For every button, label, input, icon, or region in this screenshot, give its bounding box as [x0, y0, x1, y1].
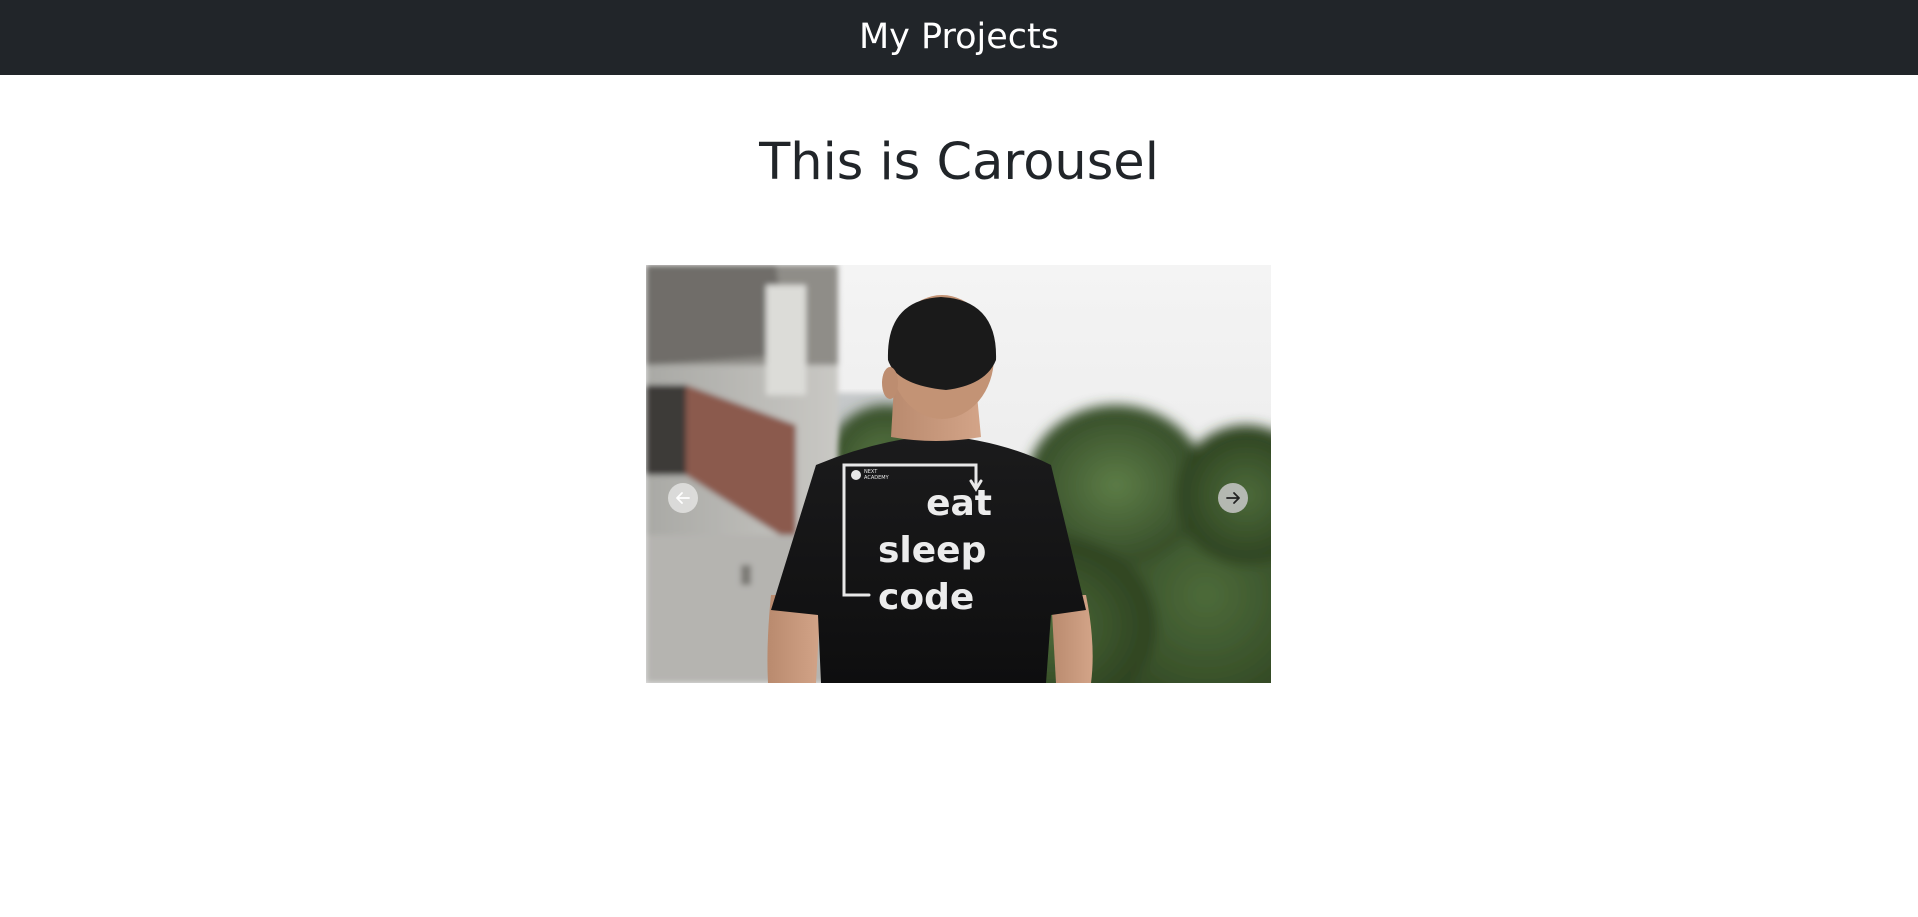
- carousel-next-button[interactable]: [1218, 483, 1248, 513]
- navbar: My Projects: [0, 0, 1918, 75]
- carousel-slide-image: NEXT ACADEMY eat sleep code: [646, 265, 1271, 683]
- shirt-print-code: code: [878, 577, 974, 618]
- shirt-print-sleep: sleep: [878, 530, 986, 571]
- svg-text:ACADEMY: ACADEMY: [864, 475, 890, 481]
- carousel: NEXT ACADEMY eat sleep code: [646, 265, 1271, 683]
- carousel-prev-button[interactable]: [668, 483, 698, 513]
- page-title: This is Carousel: [759, 133, 1159, 192]
- shirt-print-eat: eat: [926, 483, 992, 524]
- navbar-brand[interactable]: My Projects: [859, 17, 1059, 57]
- arrow-left-icon: [676, 492, 690, 504]
- arrow-right-icon: [1226, 492, 1240, 504]
